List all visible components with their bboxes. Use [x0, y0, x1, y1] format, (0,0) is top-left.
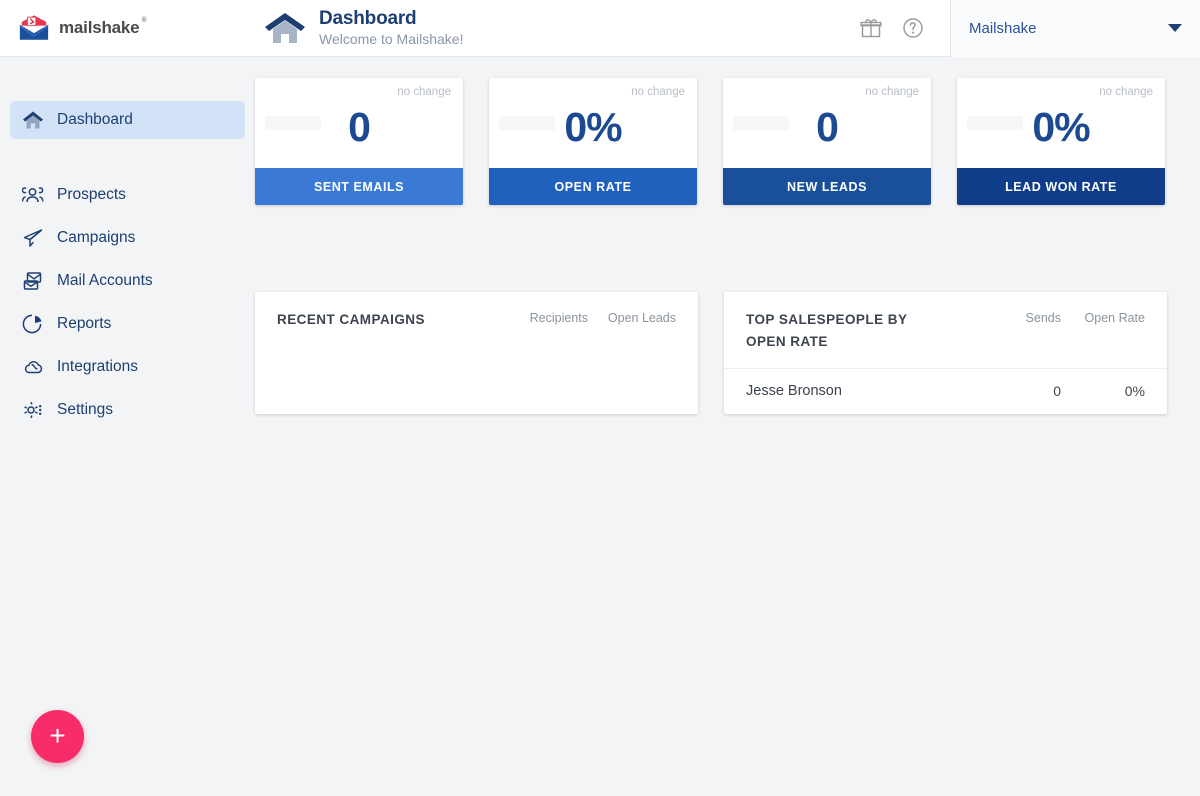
- sidebar-item-prospects[interactable]: Prospects: [10, 176, 245, 214]
- top-bar-icons: [860, 17, 950, 39]
- stat-card-sent-emails: no change 0 SENT EMAILS: [255, 78, 463, 205]
- brand-name: mailshake: [59, 17, 147, 38]
- table-row[interactable]: Jesse Bronson 0 0%: [724, 368, 1167, 414]
- page-title: Dashboard: [319, 8, 417, 30]
- main-content: no change 0 SENT EMAILS no change 0% OPE…: [255, 57, 1200, 796]
- column-header-sends: Sends: [1025, 311, 1061, 325]
- sidebar-item-label: Settings: [57, 401, 114, 418]
- plug-cloud-icon: [22, 356, 44, 378]
- stat-card-body: no change 0%: [489, 78, 697, 168]
- stat-cards-row: no change 0 SENT EMAILS no change 0% OPE…: [255, 78, 1173, 205]
- sidebar-item-mail-accounts[interactable]: Mail Accounts: [10, 262, 245, 300]
- stat-card-lead-won-rate: no change 0% LEAD WON RATE: [957, 78, 1165, 205]
- panel-title: TOP SALESPEOPLE BY OPEN RATE: [746, 312, 908, 349]
- stat-card-footer[interactable]: LEAD WON RATE: [957, 168, 1165, 205]
- sidebar-item-label: Mail Accounts: [57, 272, 153, 289]
- stat-card-open-rate: no change 0% OPEN RATE: [489, 78, 697, 205]
- pie-chart-icon: [22, 313, 44, 335]
- mailshake-envelope-logo: [19, 14, 49, 40]
- gear-icon: [22, 399, 44, 421]
- sidebar-item-label: Integrations: [57, 358, 138, 375]
- sidebar-item-label: Reports: [57, 315, 112, 332]
- panel-title: RECENT CAMPAIGNS: [277, 312, 425, 327]
- salesperson-name: Jesse Bronson: [746, 383, 842, 400]
- account-dropdown[interactable]: Mailshake: [950, 0, 1200, 57]
- brand-logo-area[interactable]: mailshake: [0, 0, 255, 57]
- panel-column-headers: Sends Open Rate: [1013, 309, 1145, 325]
- stat-card-new-leads: no change 0 NEW LEADS: [723, 78, 931, 205]
- salesperson-sends: 0: [1053, 383, 1061, 400]
- panel-column-headers: Recipients Open Leads: [526, 309, 676, 325]
- sidebar-item-dashboard[interactable]: Dashboard: [10, 101, 245, 139]
- account-name: Mailshake: [969, 19, 1037, 37]
- column-header-open-rate: Open Rate: [1084, 311, 1145, 325]
- panel-header: TOP SALESPEOPLE BY OPEN RATE Sends Open …: [724, 292, 1167, 368]
- house-icon: [22, 109, 44, 131]
- add-button[interactable]: +: [31, 710, 84, 763]
- stat-card-body: no change 0: [255, 78, 463, 168]
- help-circle-icon[interactable]: [902, 17, 924, 39]
- stat-value: 0%: [564, 104, 622, 150]
- plus-icon: +: [49, 719, 66, 751]
- sidebar-item-label: Prospects: [57, 186, 126, 203]
- top-bar-right: Mailshake: [860, 0, 1200, 57]
- stat-value: 0: [816, 104, 839, 150]
- column-header-recipients: Recipients: [529, 311, 588, 325]
- top-bar: mailshake Dashboard Welcome to Mailshake…: [0, 0, 1200, 57]
- sidebar-item-campaigns[interactable]: Campaigns: [10, 219, 245, 257]
- sidebar-item-label: Campaigns: [57, 229, 136, 246]
- sidebar-item-reports[interactable]: Reports: [10, 305, 245, 343]
- stat-card-footer[interactable]: SENT EMAILS: [255, 168, 463, 205]
- sidebar-item-label: Dashboard: [57, 111, 133, 128]
- stat-value: 0%: [1032, 104, 1090, 150]
- mail-stack-icon: [22, 270, 44, 292]
- stat-card-footer[interactable]: NEW LEADS: [723, 168, 931, 205]
- top-salespeople-panel: TOP SALESPEOPLE BY OPEN RATE Sends Open …: [724, 292, 1167, 415]
- page-header: Dashboard Welcome to Mailshake!: [263, 8, 463, 48]
- chevron-down-icon: [1168, 24, 1182, 32]
- stat-card-body: no change 0%: [957, 78, 1165, 168]
- stat-value: 0: [348, 104, 371, 150]
- gift-icon[interactable]: [860, 17, 882, 39]
- stat-card-footer[interactable]: OPEN RATE: [489, 168, 697, 205]
- panels-row: RECENT CAMPAIGNS Recipients Open Leads T…: [255, 292, 1173, 415]
- people-icon: [22, 184, 44, 206]
- recent-campaigns-panel: RECENT CAMPAIGNS Recipients Open Leads: [255, 292, 698, 415]
- column-header-open-leads: Open Leads: [607, 311, 676, 325]
- row-values: 0 0%: [1013, 383, 1145, 399]
- sidebar-item-settings[interactable]: Settings: [10, 391, 245, 429]
- paper-plane-icon: [22, 227, 44, 249]
- sidebar: Dashboard Prospects Campaigns Mail Accou…: [0, 57, 255, 796]
- house-icon: [265, 12, 305, 43]
- stat-card-body: no change 0: [723, 78, 931, 168]
- page-subtitle: Welcome to Mailshake!: [319, 31, 464, 48]
- panel-header: RECENT CAMPAIGNS Recipients Open Leads: [255, 292, 698, 347]
- sidebar-item-integrations[interactable]: Integrations: [10, 348, 245, 386]
- salesperson-open-rate: 0%: [1124, 383, 1145, 400]
